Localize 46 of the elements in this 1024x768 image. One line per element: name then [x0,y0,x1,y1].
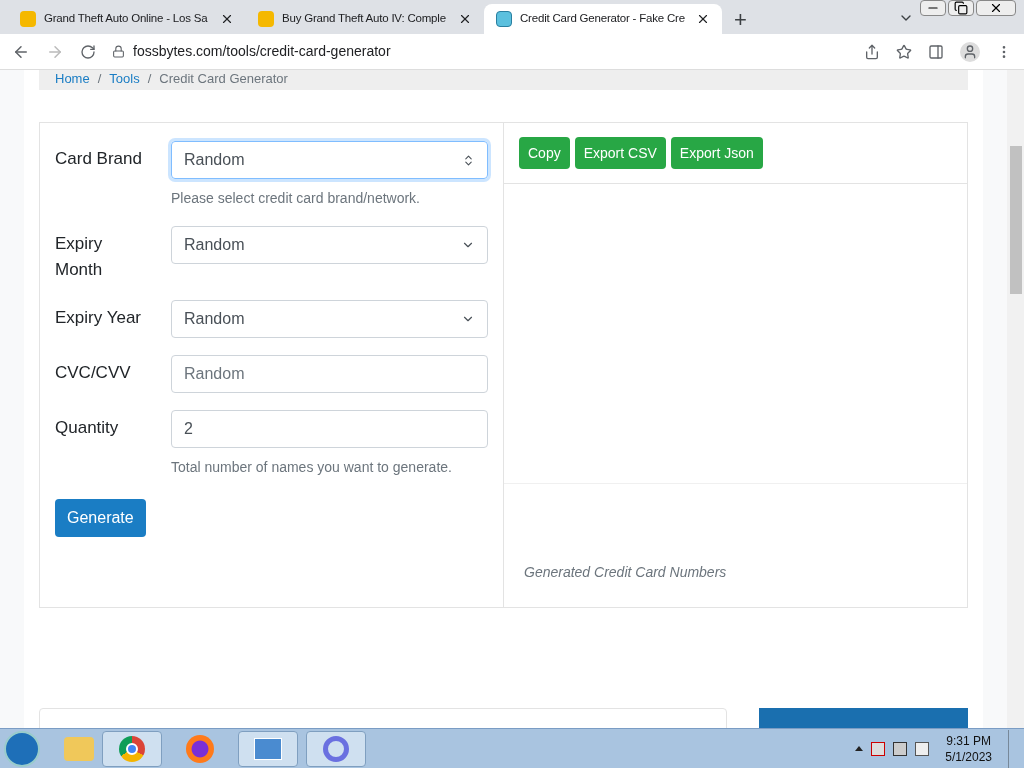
field-label: Expiry Year [55,307,142,329]
close-icon[interactable] [220,12,234,26]
clock-time[interactable]: 9:31 PM [946,732,991,749]
breadcrumb-separator: / [97,70,102,88]
start-button[interactable] [4,730,40,767]
tab-title: Grand Theft Auto Online - Los Sa [44,11,209,27]
profile-icon[interactable] [960,41,980,62]
breadcrumb-link[interactable]: Home [55,70,90,88]
help-text: Total number of names you want to generate. [171,458,453,477]
tab-title: Buy Grand Theft Auto IV: Comple [282,11,447,27]
select-field[interactable]: Random [171,141,488,179]
sort-arrows-icon [462,153,475,167]
lock-icon[interactable] [112,45,125,58]
browser-tab[interactable]: Buy Grand Theft Auto IV: Comple [246,4,484,34]
help-text: Please select credit card brand/network. [171,189,421,208]
browser-icon[interactable] [102,730,162,767]
breadcrumb-separator: / [147,70,152,88]
star-icon[interactable] [896,43,912,60]
close-icon[interactable] [976,0,1016,16]
output-caption: Generated Credit Card Numbers [524,563,727,582]
minimize-icon[interactable] [920,0,946,16]
close-icon[interactable] [696,12,710,26]
breadcrumb-link[interactable]: Tools [109,70,140,88]
field-label: Card Brand [55,148,143,170]
restore-icon[interactable] [948,0,974,16]
tray-arrow-icon[interactable] [855,746,864,751]
generate-button[interactable]: Generate [55,499,146,537]
select-field[interactable]: Random [171,300,488,338]
browser-tab[interactable]: Credit Card Generator - Fake Cre [484,4,722,34]
new-tab-button[interactable]: + [722,4,759,34]
tab-title: Credit Card Generator - Fake Cre [520,11,686,27]
input-field[interactable]: Random [171,355,488,393]
reload-icon[interactable] [80,43,96,60]
field-label: Expiry Month [55,233,104,281]
address-field[interactable]: fossbytes.com/tools/credit-card-generator [112,37,832,66]
input-field[interactable]: 2 [171,410,488,448]
breadcrumb-current: Credit Card Generator [159,70,288,88]
browser-tab[interactable]: Grand Theft Auto Online - Los Sa [8,4,246,34]
share-icon[interactable] [864,43,880,60]
field-label: Quantity [55,417,120,439]
close-icon[interactable] [458,12,472,26]
side-panel-icon[interactable] [928,43,944,60]
scrollbar[interactable] [1007,70,1024,728]
clock-date[interactable]: 5/1/2023 [945,748,992,765]
field-label: CVC/CVV [55,362,132,384]
select-field[interactable]: Random [171,226,488,264]
